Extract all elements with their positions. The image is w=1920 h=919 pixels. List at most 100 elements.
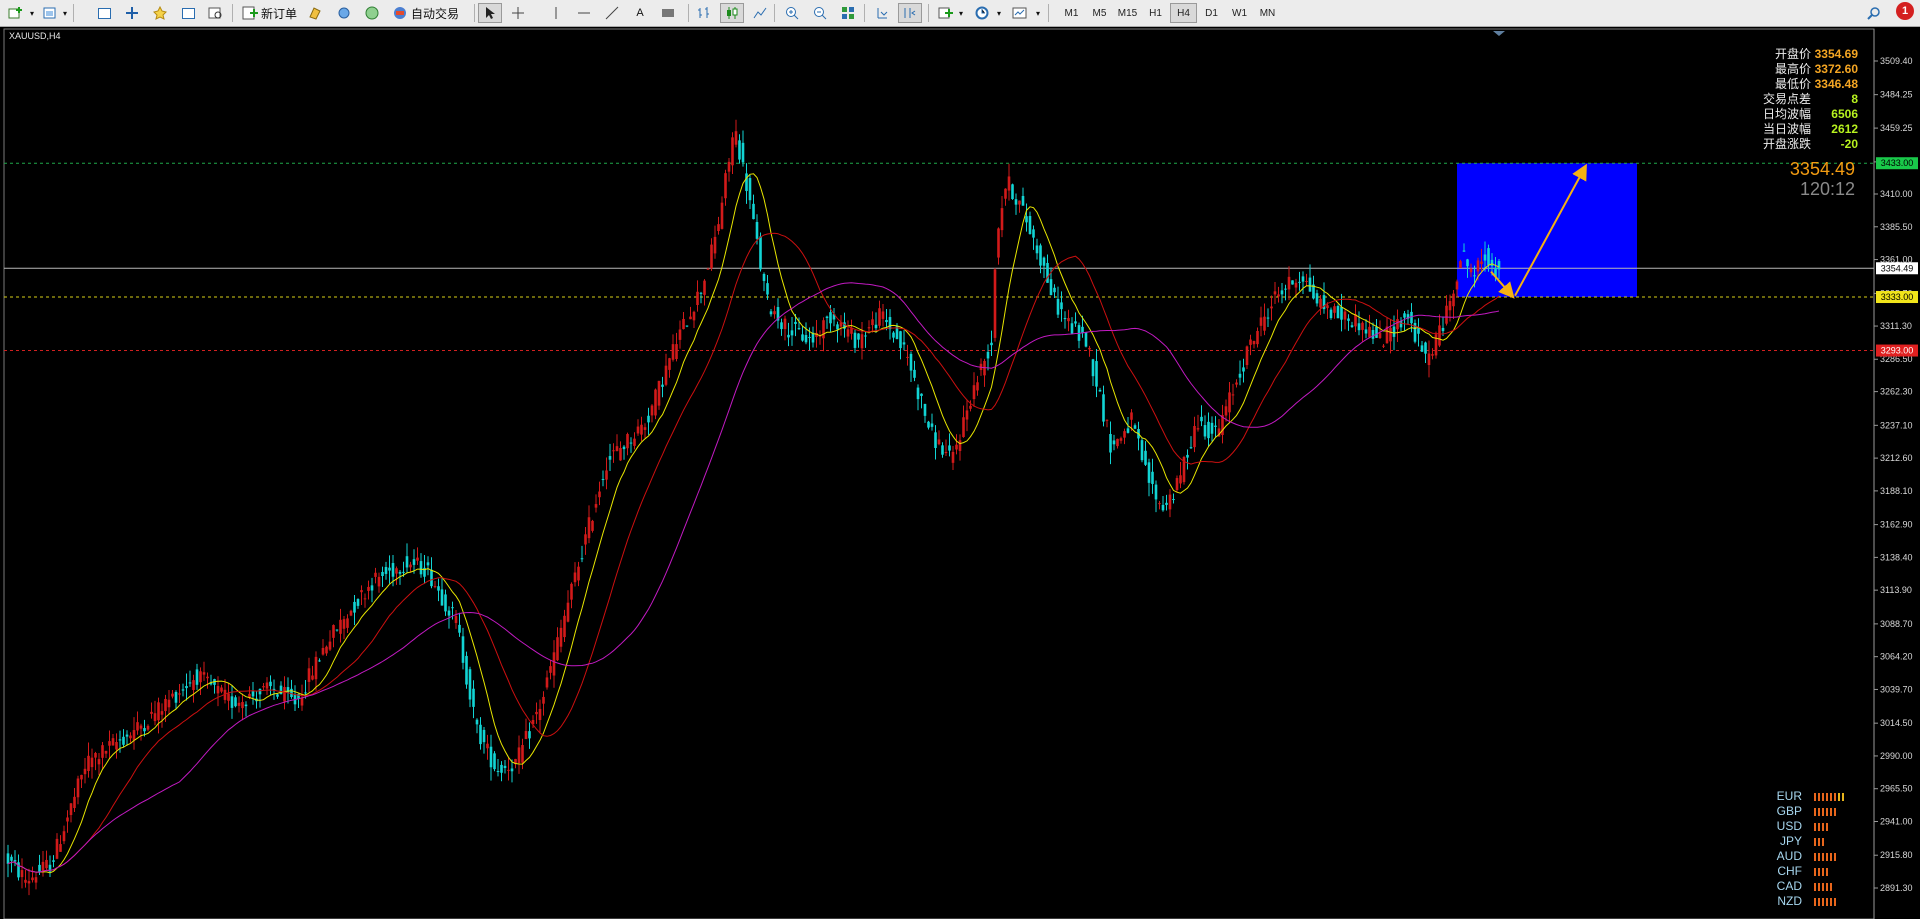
candle <box>1273 291 1277 295</box>
timeframe-w1[interactable]: W1 <box>1226 3 1253 23</box>
candle <box>1434 334 1438 356</box>
line-chart-icon[interactable] <box>748 3 772 23</box>
candle <box>1049 279 1053 296</box>
timeframe-h1[interactable]: H1 <box>1142 3 1169 23</box>
currency-strength-row: GBP <box>1760 804 1850 819</box>
chevron-down-icon[interactable]: ▾ <box>28 3 36 23</box>
candle <box>90 757 94 768</box>
chevron-down-icon[interactable]: ▾ <box>1034 3 1042 23</box>
candle <box>1371 329 1375 339</box>
indicators-icon[interactable] <box>934 3 958 23</box>
candle <box>1035 245 1039 254</box>
vertical-line-icon[interactable] <box>544 3 568 23</box>
y-axis-tick-label: 3212.60 <box>1880 453 1913 463</box>
candle <box>1378 333 1382 338</box>
timeframe-m5[interactable]: M5 <box>1086 3 1113 23</box>
auto-trading-button[interactable]: 自动交易 <box>388 3 463 23</box>
candle <box>1228 392 1231 413</box>
candle <box>990 342 993 346</box>
y-axis-tick-label: 2891.30 <box>1880 883 1913 893</box>
candle <box>657 380 661 406</box>
horizontal-line-icon[interactable] <box>572 3 596 23</box>
zoom-out-icon[interactable] <box>808 3 832 23</box>
search-icon[interactable] <box>1862 3 1886 23</box>
candle <box>108 741 111 746</box>
timeframe-m15[interactable]: M15 <box>1114 3 1141 23</box>
candle <box>524 731 528 740</box>
candlestick-icon[interactable] <box>720 3 744 23</box>
price-chart[interactable]: 3509.403484.253459.253434.003410.003385.… <box>0 28 1920 919</box>
tile-windows-icon[interactable] <box>836 3 860 23</box>
candle <box>1319 298 1322 308</box>
cursor-icon[interactable] <box>478 3 502 23</box>
autoscroll-icon[interactable] <box>870 3 894 23</box>
profiles-icon[interactable] <box>38 3 62 23</box>
candle <box>1287 276 1291 290</box>
zoom-in-icon[interactable] <box>780 3 804 23</box>
terminal-icon[interactable] <box>176 3 200 23</box>
candle <box>1350 325 1354 328</box>
strength-tick <box>1830 853 1832 861</box>
stat-label: 开盘涨跌 <box>1762 137 1811 151</box>
strategy-tester-icon[interactable] <box>204 3 228 23</box>
timeframe-d1[interactable]: D1 <box>1198 3 1225 23</box>
candle <box>885 320 888 323</box>
candle <box>318 660 321 662</box>
candle <box>153 713 157 722</box>
candle <box>244 704 248 707</box>
candle <box>717 224 720 232</box>
candle <box>283 686 286 702</box>
candle <box>503 765 507 769</box>
candle <box>1399 321 1403 328</box>
candle <box>766 283 769 295</box>
metaeditor-icon[interactable] <box>304 3 328 23</box>
candle <box>150 711 153 714</box>
strength-tick <box>1814 838 1816 846</box>
text-tool-icon[interactable]: A <box>628 3 652 23</box>
favorites-icon[interactable] <box>148 3 172 23</box>
candle <box>752 203 755 220</box>
candle <box>951 451 955 463</box>
chevron-down-icon[interactable]: ▾ <box>995 3 1003 23</box>
candle <box>1025 216 1028 223</box>
strength-tick <box>1826 808 1828 816</box>
notification-badge[interactable]: 1 <box>1896 2 1914 20</box>
chevron-down-icon[interactable]: ▾ <box>957 3 965 23</box>
trendline-icon[interactable] <box>600 3 624 23</box>
candle <box>426 562 430 566</box>
candle <box>1070 323 1074 334</box>
new-order-button[interactable]: 新订单 <box>238 3 301 23</box>
bar-chart-icon[interactable] <box>692 3 716 23</box>
strength-tick <box>1814 853 1816 861</box>
candle <box>1315 293 1319 304</box>
candle <box>1252 340 1256 345</box>
stat-row: 开盘价 3354.69 <box>1742 47 1858 62</box>
market-icon[interactable] <box>360 3 384 23</box>
candle <box>181 689 185 691</box>
timeframe-h4[interactable]: H4 <box>1170 3 1197 23</box>
candle <box>45 859 48 869</box>
chart-shift-icon[interactable] <box>898 3 922 23</box>
chevron-down-icon[interactable]: ▾ <box>61 3 69 23</box>
market-watch-icon[interactable] <box>92 3 116 23</box>
candle <box>76 778 80 798</box>
candle <box>1102 394 1105 422</box>
candle <box>790 330 794 336</box>
crosshair-icon[interactable] <box>506 3 530 23</box>
timeframe-mn[interactable]: MN <box>1254 3 1281 23</box>
candle <box>1417 328 1420 334</box>
templates-icon[interactable] <box>1008 3 1032 23</box>
candle <box>986 351 990 359</box>
candle <box>1403 313 1406 318</box>
signals-icon[interactable] <box>332 3 356 23</box>
label-tool-icon[interactable] <box>656 3 680 23</box>
new-chart-icon[interactable] <box>4 3 28 23</box>
periods-icon[interactable] <box>970 3 994 23</box>
timeframe-m1[interactable]: M1 <box>1058 3 1085 23</box>
candle <box>31 877 34 881</box>
navigator-icon[interactable] <box>120 3 144 23</box>
candle <box>1392 326 1396 337</box>
strength-tick <box>1818 793 1820 801</box>
candle <box>797 328 801 330</box>
currency-strength-row: USD <box>1760 819 1850 834</box>
